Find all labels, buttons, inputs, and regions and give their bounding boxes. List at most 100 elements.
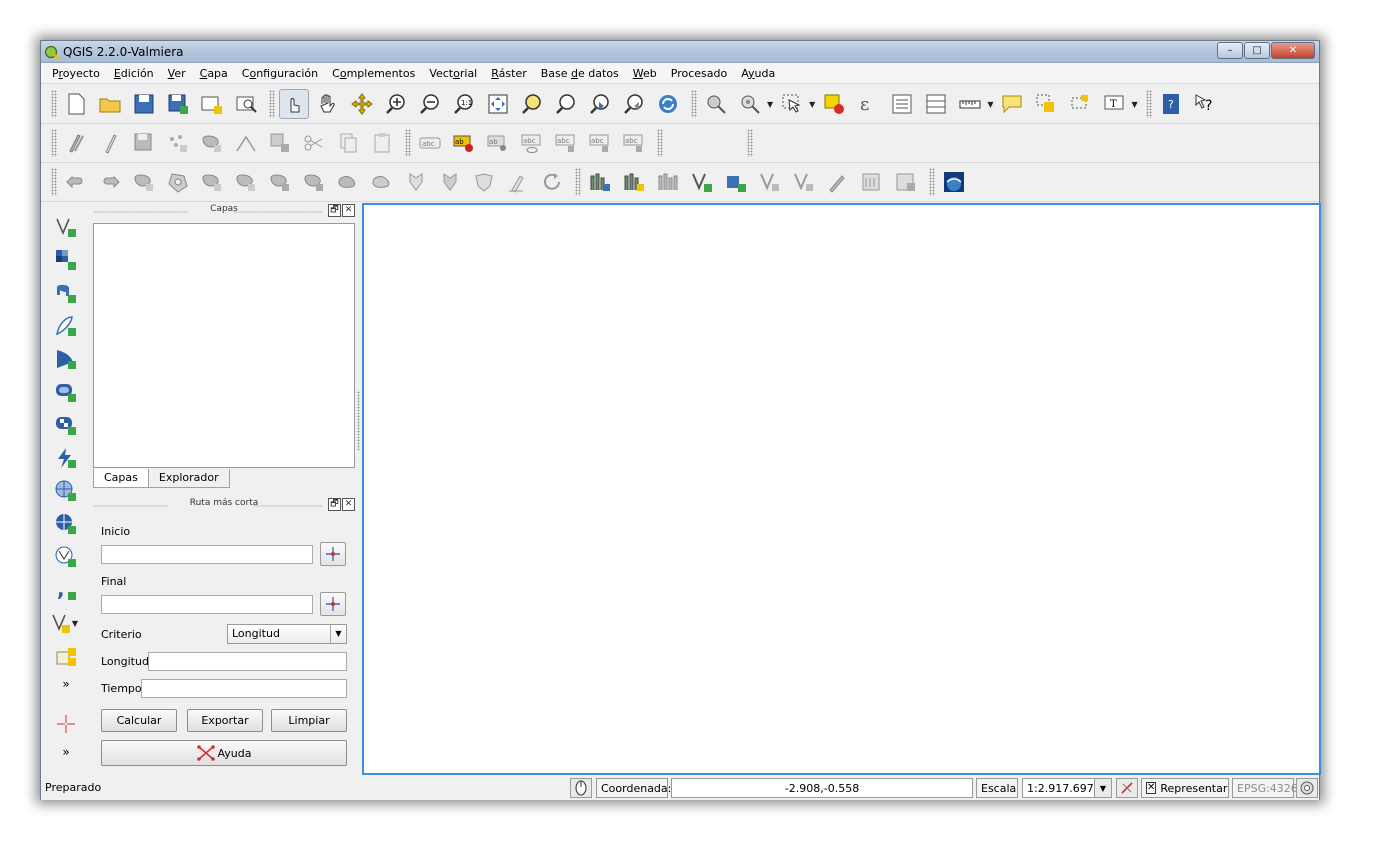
panel-splitter[interactable] (357, 391, 360, 451)
dropdown-arrow-icon[interactable]: ▼ (72, 619, 78, 628)
zoom-next-button[interactable] (619, 89, 649, 119)
dropdown-arrow-icon[interactable]: ▼ (987, 100, 993, 109)
raster-histogram-button[interactable] (585, 167, 615, 197)
toolbar-grip[interactable] (575, 168, 581, 196)
add-polygon-button[interactable] (197, 128, 227, 158)
add-spatialite-layer-button[interactable] (52, 312, 80, 340)
render-toggle[interactable]: ✕ Representar (1141, 778, 1229, 798)
identify-features-button[interactable] (701, 89, 731, 119)
dropdown-arrow-icon[interactable]: ▼ (1131, 100, 1137, 109)
node-tool-button[interactable] (231, 128, 261, 158)
add-postgis-layer-button[interactable] (52, 279, 80, 307)
zoom-actual-size-button[interactable]: 1:1 (449, 89, 479, 119)
zoom-in-button[interactable] (381, 89, 411, 119)
add-mssql-layer-button[interactable] (52, 345, 80, 373)
more-tools-chevron[interactable]: » (52, 675, 80, 693)
toolbar-grip[interactable] (747, 129, 753, 157)
redo-button[interactable] (95, 167, 125, 197)
calculate-button[interactable]: Calcular (101, 709, 177, 732)
raster-edit-button[interactable] (891, 167, 921, 197)
new-shapefile-button[interactable]: ▼ (46, 609, 86, 637)
vector-v-remove-button[interactable] (789, 167, 819, 197)
label-pin-button[interactable]: ab (449, 128, 479, 158)
composer-manager-button[interactable] (231, 89, 261, 119)
merge-attributes-button[interactable] (503, 167, 533, 197)
save-project-button[interactable] (129, 89, 159, 119)
minimize-button[interactable]: – (1217, 42, 1243, 59)
paste-features-button[interactable] (367, 128, 397, 158)
zoom-last-button[interactable] (585, 89, 615, 119)
measure-line-button[interactable] (955, 89, 985, 119)
current-edits-button[interactable] (61, 128, 91, 158)
add-wcs-layer-button[interactable] (52, 510, 80, 538)
add-part-button[interactable] (197, 167, 227, 197)
label-change-button[interactable]: abc (619, 128, 649, 158)
close-button[interactable]: ✕ (1271, 42, 1315, 59)
vector-layer-add-button[interactable] (721, 167, 751, 197)
add-point-button[interactable] (163, 128, 193, 158)
dropdown-arrow-icon[interactable]: ▼ (809, 100, 815, 109)
start-point-input[interactable] (101, 545, 313, 564)
menu-capa[interactable]: Capa (193, 67, 235, 80)
menu-proyecto[interactable]: Proyecto (45, 67, 107, 80)
show-bookmarks-button[interactable] (1065, 89, 1095, 119)
delete-ring-button[interactable] (265, 167, 295, 197)
add-oracle-layer-button[interactable] (52, 378, 80, 406)
select-features-button[interactable] (777, 89, 807, 119)
menu-raster[interactable]: Ráster (484, 67, 533, 80)
vector-edit-v-button[interactable] (687, 167, 717, 197)
zoom-full-button[interactable] (483, 89, 513, 119)
merge-features-button[interactable] (469, 167, 499, 197)
tab-capas[interactable]: Capas (93, 469, 149, 488)
add-wcs-lightning-button[interactable] (52, 444, 80, 472)
attribute-table-button[interactable] (887, 89, 917, 119)
menu-web[interactable]: Web (626, 67, 664, 80)
menu-vectorial[interactable]: Vectorial (422, 67, 484, 80)
rotate-point-symbols-button[interactable] (537, 167, 567, 197)
menu-complementos[interactable]: Complementos (325, 67, 422, 80)
vector-v-edit-button[interactable] (755, 167, 785, 197)
map-canvas[interactable] (362, 203, 1321, 775)
new-print-composer-button[interactable] (197, 89, 227, 119)
digitize-tool-button[interactable] (823, 167, 853, 197)
layer-labeling-button[interactable]: abc (415, 128, 445, 158)
float-panel-button[interactable]: 🗗 (328, 204, 341, 217)
toolbar-grip[interactable] (269, 90, 275, 118)
delete-selected-button[interactable] (265, 128, 295, 158)
rotation-button[interactable] (1116, 778, 1138, 798)
end-point-input[interactable] (101, 595, 313, 614)
undo-button[interactable] (61, 167, 91, 197)
menu-procesado[interactable]: Procesado (664, 67, 734, 80)
add-virtual-layer-button[interactable] (52, 642, 80, 670)
fill-ring-button[interactable] (231, 167, 261, 197)
toggle-editing-button[interactable] (95, 128, 125, 158)
label-show-hide-button[interactable]: abc (517, 128, 547, 158)
label-highlight-button[interactable]: ab (483, 128, 513, 158)
map-tips-button[interactable] (997, 89, 1027, 119)
menu-ayuda[interactable]: Ayuda (734, 67, 782, 80)
deselect-features-button[interactable] (819, 89, 849, 119)
raster-local-stretch-button[interactable] (619, 167, 649, 197)
save-as-button[interactable] (163, 89, 193, 119)
messages-button[interactable] (1296, 778, 1318, 798)
zoom-to-layer-button[interactable] (551, 89, 581, 119)
pan-to-selection-button[interactable] (347, 89, 377, 119)
menu-base-de-datos[interactable]: Base de datos (534, 67, 626, 80)
toolbar-grip[interactable] (929, 168, 935, 196)
toolbar-grip[interactable] (657, 129, 663, 157)
close-panel-button[interactable]: ✕ (342, 498, 355, 511)
toolbar-grip[interactable] (1145, 90, 1152, 118)
offset-curve-button[interactable] (367, 167, 397, 197)
start-capture-button[interactable] (320, 542, 346, 566)
google-earth-button[interactable] (939, 167, 969, 197)
zoom-to-selection-button[interactable] (517, 89, 547, 119)
add-raster-layer-button[interactable] (52, 246, 80, 274)
whats-this-button[interactable]: ? (1190, 89, 1220, 119)
maximize-button[interactable]: □ (1244, 42, 1270, 59)
float-panel-button[interactable]: 🗗 (328, 498, 341, 511)
menu-ver[interactable]: Ver (161, 67, 193, 80)
copy-features-button[interactable] (333, 128, 363, 158)
field-calculator-button[interactable]: ε (853, 89, 883, 119)
raster-calc-button[interactable] (857, 167, 887, 197)
toolbar-grip[interactable] (405, 129, 411, 157)
